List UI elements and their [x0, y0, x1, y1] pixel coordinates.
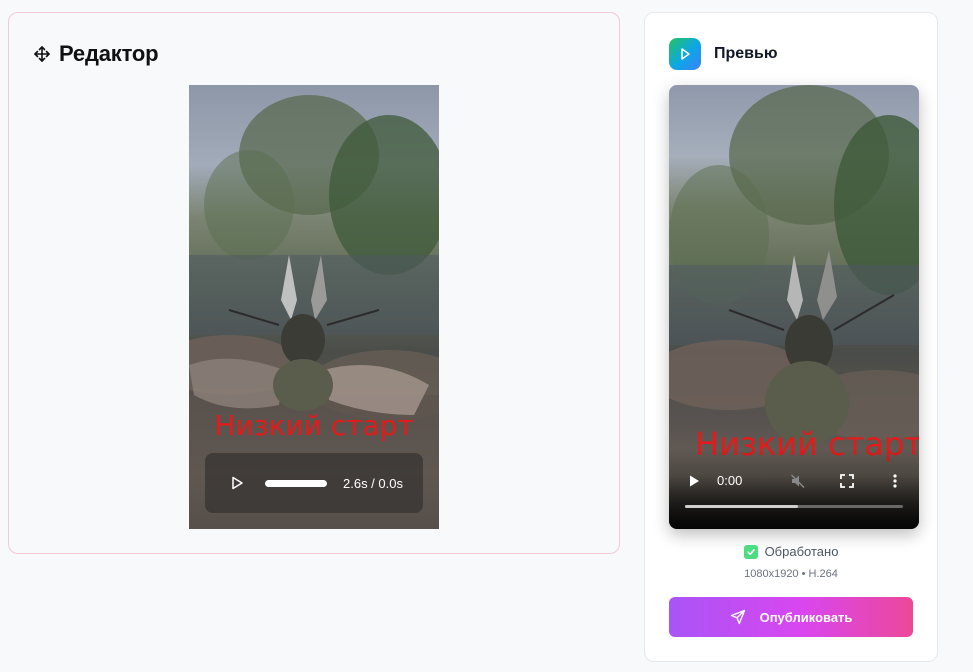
preview-seek-bar[interactable]	[685, 505, 903, 508]
preview-title: Превью	[714, 45, 778, 62]
editor-player-controls: 2.6s / 0.0s	[205, 453, 423, 513]
editor-panel: Редактор Низкий старт 2.6s / 0.0s	[8, 12, 620, 554]
preview-seek-fill	[685, 505, 799, 508]
editor-time-display: 2.6s / 0.0s	[343, 475, 403, 491]
preview-panel: Превью Низкий старт 0:00 Обработано 1080…	[644, 12, 938, 662]
editor-title: Редактор	[59, 41, 159, 66]
play-badge-icon	[669, 38, 701, 70]
more-options-icon[interactable]	[892, 473, 898, 494]
publish-button[interactable]: Опубликовать	[669, 597, 913, 637]
status-label: Обработано	[764, 544, 839, 559]
preview-video-player[interactable]: Низкий старт 0:00	[669, 85, 919, 529]
checkmark-icon	[743, 544, 758, 559]
overlay-caption[interactable]: Низкий старт	[189, 409, 439, 442]
processing-status: Обработано	[645, 544, 937, 559]
preview-header: Превью	[669, 38, 778, 70]
play-icon[interactable]	[229, 475, 245, 491]
editor-progress-bar[interactable]	[265, 479, 327, 487]
publish-button-label: Опубликовать	[759, 609, 853, 625]
mute-icon[interactable]	[790, 473, 806, 494]
fullscreen-icon[interactable]	[840, 474, 854, 493]
preview-play-icon[interactable]	[687, 474, 701, 493]
video-meta-info: 1080x1920 • H.264	[744, 568, 838, 580]
send-icon	[730, 609, 745, 625]
preview-current-time: 0:00	[717, 473, 743, 488]
move-icon	[33, 45, 51, 63]
editor-video-canvas[interactable]: Низкий старт 2.6s / 0.0s	[189, 85, 439, 529]
editor-header: Редактор	[33, 41, 159, 67]
